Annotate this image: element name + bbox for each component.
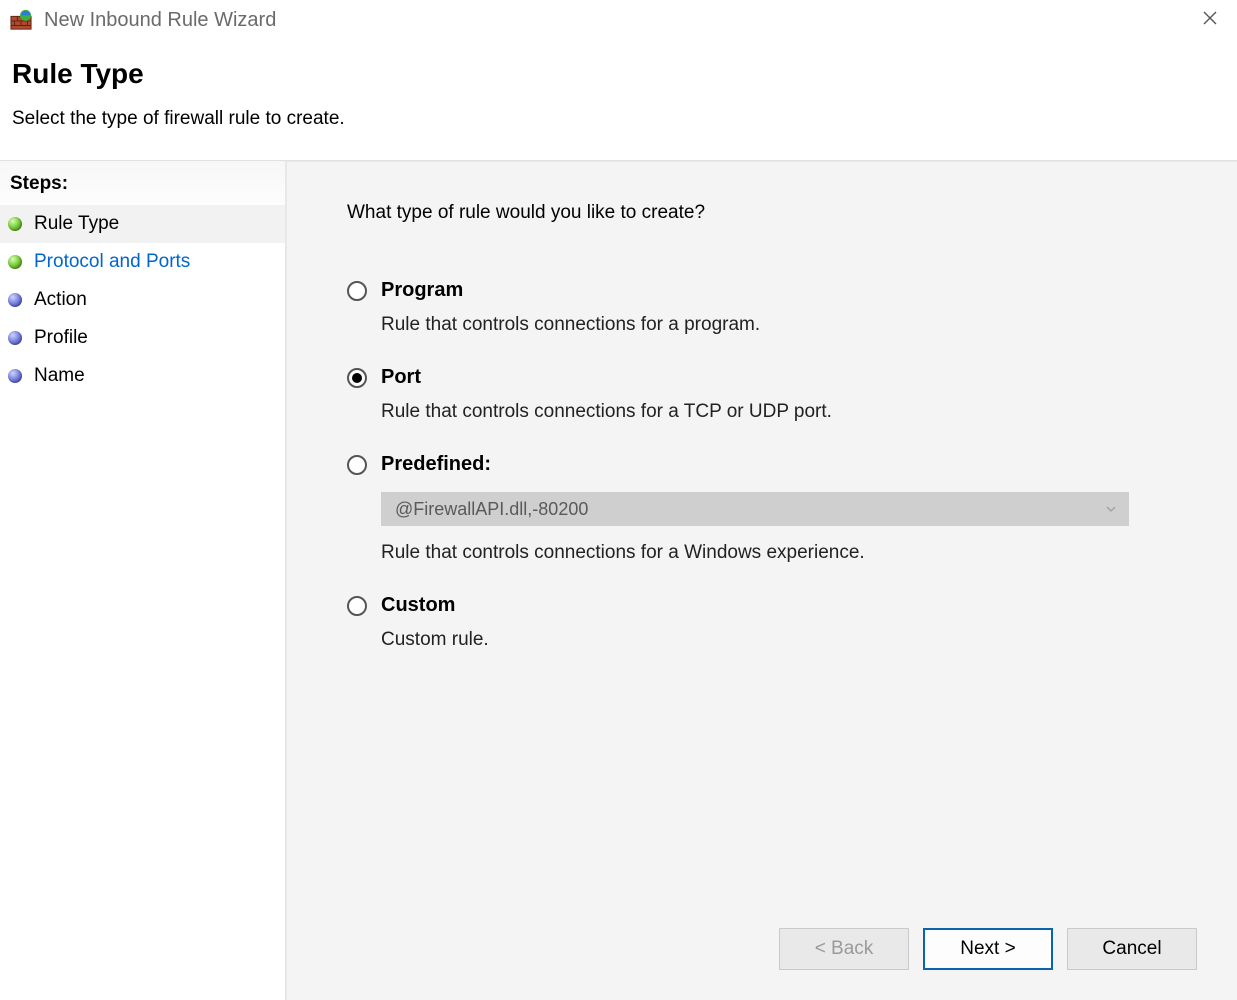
- next-button[interactable]: Next >: [923, 928, 1053, 970]
- header-area: Rule Type Select the type of firewall ru…: [0, 40, 1237, 160]
- button-row: < Back Next > Cancel: [779, 928, 1197, 970]
- chevron-down-icon: [1105, 499, 1117, 520]
- steps-pane: Steps: Rule Type Protocol and Ports Acti…: [0, 161, 286, 1000]
- rule-type-prompt: What type of rule would you like to crea…: [347, 202, 1177, 224]
- step-bullet-icon: [8, 293, 22, 307]
- option-port-desc: Rule that controls connections for a TCP…: [381, 401, 1177, 423]
- firewall-app-icon: [10, 9, 32, 31]
- step-label: Name: [34, 365, 85, 387]
- predefined-dropdown-value: @FirewallAPI.dll,-80200: [395, 499, 588, 520]
- option-label: Program: [381, 279, 463, 301]
- back-button: < Back: [779, 928, 909, 970]
- radio-port[interactable]: [347, 368, 367, 388]
- cancel-button[interactable]: Cancel: [1067, 928, 1197, 970]
- step-profile[interactable]: Profile: [0, 319, 285, 357]
- steps-heading: Steps:: [0, 167, 285, 205]
- step-bullet-icon: [8, 369, 22, 383]
- step-rule-type[interactable]: Rule Type: [0, 205, 285, 243]
- option-custom[interactable]: Custom: [347, 594, 1177, 617]
- titlebar: New Inbound Rule Wizard: [0, 0, 1237, 40]
- option-label: Port: [381, 366, 421, 388]
- close-icon: [1203, 11, 1217, 30]
- step-action[interactable]: Action: [0, 281, 285, 319]
- window-title: New Inbound Rule Wizard: [44, 9, 1187, 32]
- step-bullet-icon: [8, 217, 22, 231]
- main-pane: What type of rule would you like to crea…: [286, 161, 1237, 1000]
- option-label: Custom: [381, 594, 455, 616]
- close-button[interactable]: [1187, 4, 1233, 36]
- step-name[interactable]: Name: [0, 357, 285, 395]
- radio-program[interactable]: [347, 281, 367, 301]
- step-bullet-icon: [8, 331, 22, 345]
- option-program-desc: Rule that controls connections for a pro…: [381, 314, 1177, 336]
- option-custom-desc: Custom rule.: [381, 629, 1177, 651]
- page-title: Rule Type: [12, 58, 1225, 90]
- option-label: Predefined:: [381, 453, 491, 475]
- step-bullet-icon: [8, 255, 22, 269]
- predefined-dropdown: @FirewallAPI.dll,-80200: [381, 492, 1129, 526]
- wizard-window: New Inbound Rule Wizard Rule Type Select…: [0, 0, 1237, 1000]
- option-program[interactable]: Program: [347, 279, 1177, 302]
- radio-predefined[interactable]: [347, 455, 367, 475]
- body-row: Steps: Rule Type Protocol and Ports Acti…: [0, 160, 1237, 1000]
- option-port[interactable]: Port: [347, 366, 1177, 389]
- option-predefined[interactable]: Predefined:: [347, 453, 1177, 476]
- step-label: Protocol and Ports: [34, 251, 190, 273]
- option-predefined-desc: Rule that controls connections for a Win…: [381, 542, 1177, 564]
- radio-custom[interactable]: [347, 596, 367, 616]
- step-label: Rule Type: [34, 213, 119, 235]
- page-subtitle: Select the type of firewall rule to crea…: [12, 108, 1225, 130]
- step-protocol-and-ports[interactable]: Protocol and Ports: [0, 243, 285, 281]
- step-label: Profile: [34, 327, 88, 349]
- step-label: Action: [34, 289, 87, 311]
